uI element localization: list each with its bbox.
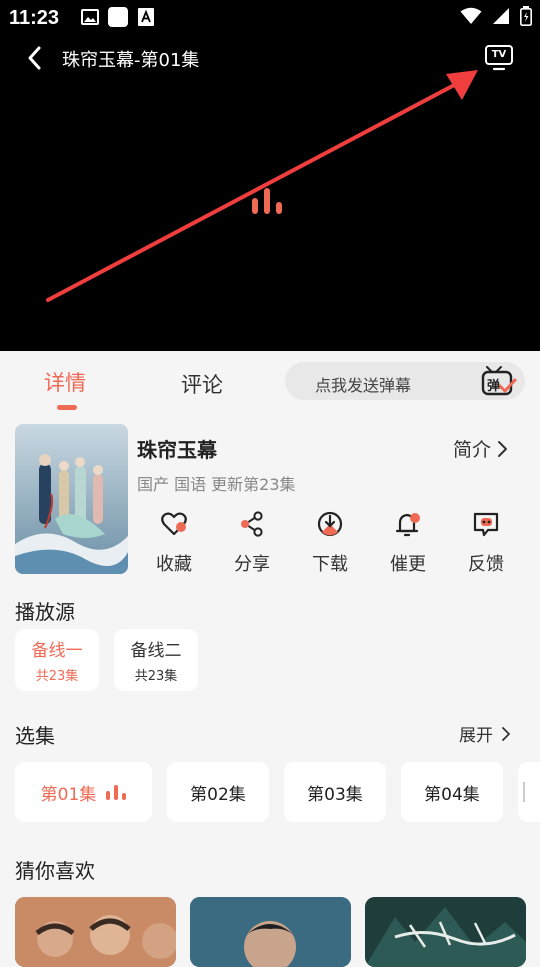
signal-icon (493, 8, 509, 24)
loading-indicator (252, 188, 282, 214)
show-poster[interactable] (15, 424, 128, 574)
danmu-placeholder: 点我发送弹幕 (315, 376, 412, 395)
action-label: 催更 (390, 554, 426, 575)
source-option[interactable]: 备线一 共23集 (15, 629, 99, 691)
action-label: 收藏 (156, 554, 192, 575)
danmu-toggle-icon[interactable]: 弹 (481, 365, 517, 397)
intro-label: 简介 (453, 439, 492, 461)
episode-label: 第03集 (307, 784, 363, 805)
tab-comment[interactable]: 评论 (181, 369, 223, 399)
episode-item[interactable]: 第02集 (167, 762, 269, 822)
source-count: 共23集 (35, 669, 79, 684)
source-name: 备线二 (130, 641, 182, 661)
recommend-card[interactable] (365, 897, 526, 967)
recommend-section-title: 猜你喜欢 (15, 859, 95, 883)
expand-episodes[interactable]: 展开 (459, 721, 511, 746)
feedback-icon (473, 512, 499, 537)
image-notification-icon (80, 7, 100, 27)
battery-icon (520, 6, 532, 26)
share-button[interactable]: 分享 (222, 510, 282, 576)
share-icon (241, 511, 263, 537)
notification-icons (80, 7, 156, 27)
app-notification-icon (108, 7, 128, 27)
episode-section-title: 选集 (15, 724, 55, 748)
episode-label: 第02集 (190, 784, 246, 805)
system-icons (460, 6, 532, 26)
source-option[interactable]: 备线二 共23集 (114, 629, 198, 691)
chevron-right-icon (502, 726, 510, 741)
tv-icon-label: TV (491, 49, 507, 60)
show-meta: 国产 国语 更新第23集 (137, 475, 296, 494)
episode-item-partial[interactable] (518, 762, 540, 822)
danmu-icon-char: 弹 (487, 379, 501, 394)
playing-indicator-icon (106, 784, 127, 800)
recommend-card[interactable] (15, 897, 176, 967)
episode-item[interactable]: 第01集 (15, 762, 152, 822)
expand-label: 展开 (459, 726, 493, 746)
show-title: 珠帘玉幕 (137, 438, 217, 462)
download-icon (317, 511, 343, 537)
heart-icon (161, 512, 187, 536)
source-section-title: 播放源 (15, 600, 75, 624)
bell-icon (395, 513, 420, 537)
intro-link[interactable]: 简介 (453, 435, 509, 462)
source-count: 共23集 (134, 669, 178, 684)
episode-label: 第04集 (424, 784, 480, 805)
status-time: 11:23 (9, 7, 60, 29)
wifi-icon (460, 7, 482, 24)
action-label: 分享 (234, 554, 270, 575)
annotation-arrow (46, 70, 478, 302)
a-notification-icon (136, 7, 156, 27)
action-label: 下载 (312, 554, 348, 575)
favorite-button[interactable]: 收藏 (144, 510, 204, 576)
urge-update-button[interactable]: 催更 (378, 510, 438, 576)
tab-active-indicator (57, 405, 77, 410)
tab-detail[interactable]: 详情 (44, 367, 86, 397)
episode-item[interactable]: 第04集 (401, 762, 503, 822)
download-button[interactable]: 下载 (300, 510, 360, 576)
episode-label: 第01集 (40, 784, 97, 805)
chevron-right-icon (498, 440, 508, 457)
feedback-button[interactable]: 反馈 (456, 510, 516, 576)
action-label: 反馈 (468, 554, 504, 575)
recommend-card[interactable] (190, 897, 351, 967)
source-name: 备线一 (31, 641, 83, 661)
episode-item[interactable]: 第03集 (284, 762, 386, 822)
